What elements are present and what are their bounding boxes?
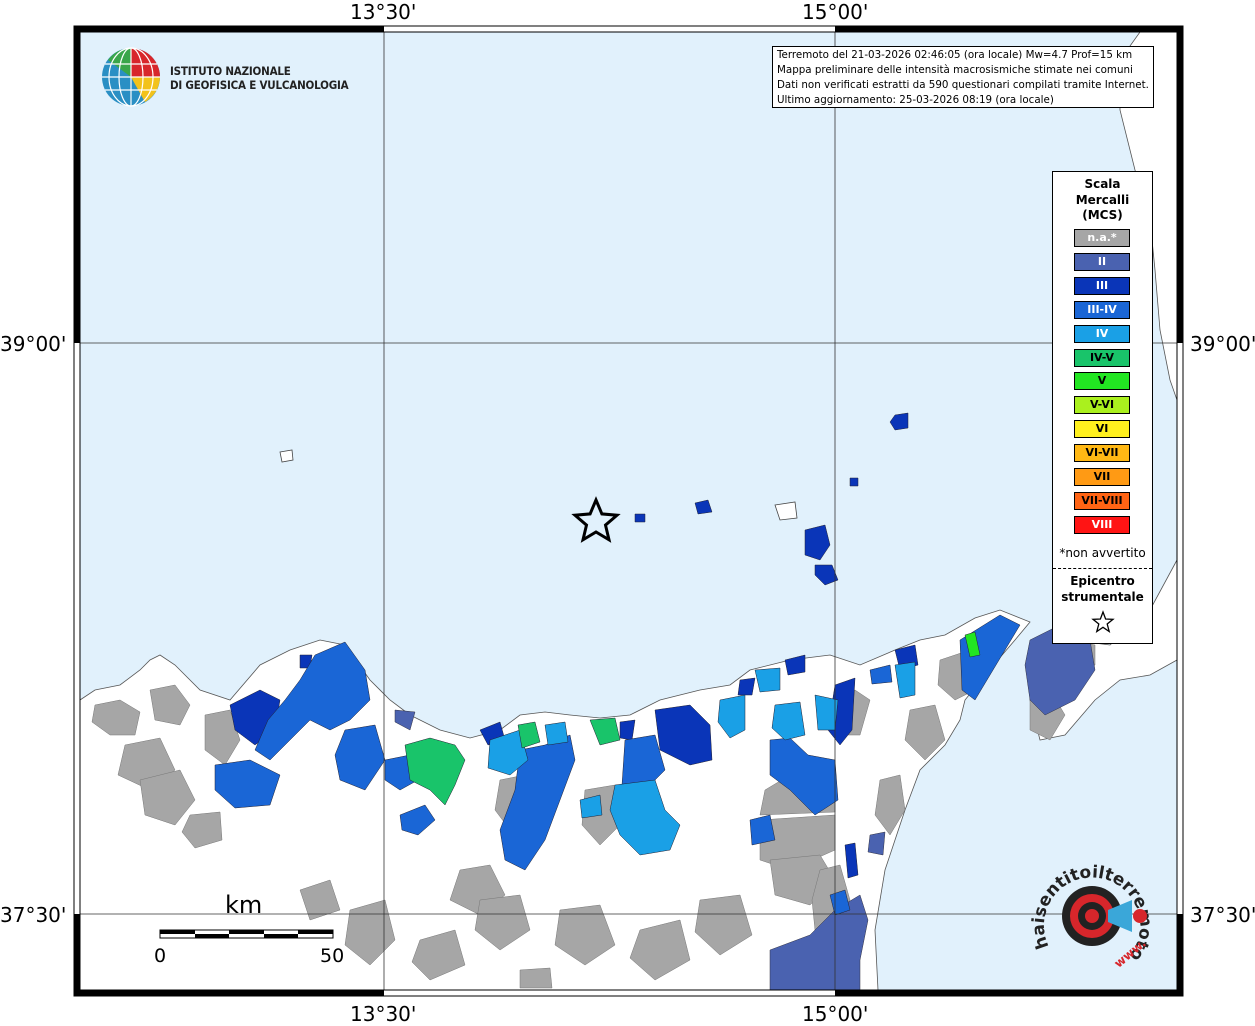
legend-item-9: VI-VII bbox=[1074, 444, 1130, 463]
info-line-update: Ultimo aggiornamento: 25-03-2026 08:19 (… bbox=[777, 94, 1054, 106]
legend-item-3: III-IV bbox=[1074, 300, 1130, 319]
legend-title-line1: Scala bbox=[1084, 177, 1121, 191]
info-line-event: Terremoto del 21-03-2026 02:46:05 (ora l… bbox=[777, 49, 1133, 61]
right-lat-label-3730: 37°30' bbox=[1190, 903, 1255, 927]
legend-item-2: III bbox=[1074, 276, 1130, 295]
legend-item-4: IV bbox=[1074, 324, 1130, 343]
scale-start-label: 0 bbox=[154, 945, 167, 967]
ingv-logo-line2: DI GEOFISICA E VULCANOLOGIA bbox=[170, 78, 349, 92]
legend-title: Scala Mercalli (MCS) bbox=[1053, 177, 1152, 224]
legend-item-10: VII bbox=[1074, 468, 1130, 486]
legend-title-line2: Mercalli bbox=[1075, 192, 1130, 207]
legend-separator bbox=[1053, 568, 1152, 569]
left-lat-label-3900: 39°00' bbox=[0, 332, 67, 356]
legend-item-8: VI bbox=[1074, 420, 1130, 439]
earthquake-info-box: Terremoto del 21-03-2026 02:46:05 (ora l… bbox=[772, 46, 1154, 108]
haisentito-logo-icon: haisentitoilterremoto.it www. bbox=[1030, 852, 1155, 971]
ingv-logo-text: ISTITUTO NAZIONALE DI GEOFISICA E VULCAN… bbox=[170, 64, 349, 92]
info-line-map: Mappa preliminare delle intensità macros… bbox=[777, 64, 1133, 76]
legend-note: *non avvertito bbox=[1059, 546, 1146, 560]
mcs-legend: Scala Mercalli (MCS) n.a.* II III III-IV IV I… bbox=[1052, 171, 1153, 644]
bottom-lon-label-1330: 13°30' bbox=[350, 1002, 417, 1026]
scale-bar bbox=[159, 929, 334, 939]
legend-epicenter-line1: Epicentro bbox=[1070, 574, 1135, 588]
legend-item-12: VIII bbox=[1074, 515, 1130, 534]
legend-item-11: VII-VIII bbox=[1074, 491, 1130, 510]
left-lat-label-3730: 37°30' bbox=[0, 903, 67, 927]
legend-title-line3: (MCS) bbox=[1082, 208, 1123, 222]
legend-item-0: n.a.* bbox=[1074, 229, 1130, 247]
legend-star-icon bbox=[1091, 610, 1115, 634]
scale-unit-label: km bbox=[225, 891, 263, 919]
legend-item-6: V bbox=[1074, 372, 1130, 391]
legend-epicenter-label: Epicentro strumentale bbox=[1053, 573, 1152, 605]
ingv-logo-line1: ISTITUTO NAZIONALE bbox=[170, 64, 291, 78]
scale-end-label: 50 bbox=[320, 945, 345, 967]
top-lon-label-1500: 15°00' bbox=[802, 0, 869, 24]
legend-item-1: II bbox=[1074, 252, 1130, 271]
legend-item-5: IV-V bbox=[1074, 348, 1130, 367]
legend-item-7: V-VI bbox=[1074, 396, 1130, 415]
top-lon-label-1330: 13°30' bbox=[350, 0, 417, 24]
info-line-data: Dati non verificati estratti da 590 ques… bbox=[777, 79, 1149, 91]
ingv-globe-icon bbox=[102, 47, 160, 107]
legend-epicenter-line2: strumentale bbox=[1061, 590, 1144, 604]
right-lat-label-3900: 39°00' bbox=[1190, 332, 1255, 356]
bottom-lon-label-1500: 15°00' bbox=[802, 1002, 869, 1026]
